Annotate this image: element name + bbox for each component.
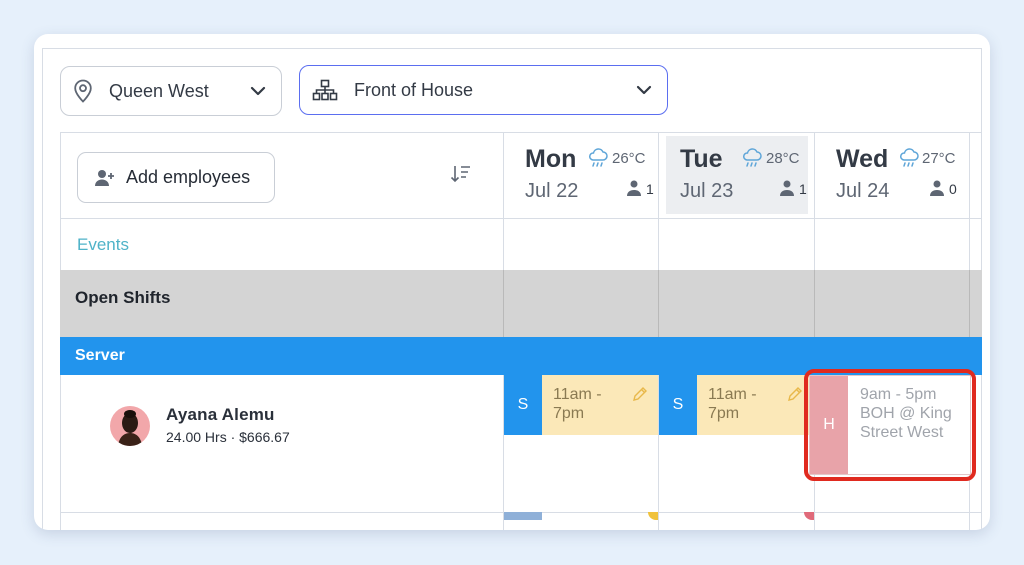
divider (42, 48, 43, 530)
day-name: Tue (680, 145, 723, 173)
add-person-icon (95, 169, 114, 186)
next-row-shift (804, 512, 814, 520)
temperature: 27°C (922, 150, 956, 167)
temperature: 28°C (766, 150, 800, 167)
divider (42, 48, 982, 49)
schedule-grid: Add employees Mon 26°C Jul 22 1 Tue 28°C… (60, 132, 982, 530)
person-icon (930, 180, 944, 196)
staff-count: 1 (646, 181, 654, 197)
add-employees-label: Add employees (126, 167, 251, 187)
divider (503, 270, 504, 337)
temperature: 26°C (612, 150, 646, 167)
shift-tag: S (659, 375, 697, 435)
next-row-shift (648, 512, 658, 520)
divider (969, 270, 970, 337)
shift-time: 11am - 7pm (708, 386, 757, 422)
day-date: Jul 24 (836, 180, 890, 202)
day-name: Wed (836, 145, 889, 173)
employee-hours-cost: 24.00 Hrs · $666.67 (166, 429, 290, 445)
day-date: Jul 23 (680, 180, 734, 202)
employee-name[interactable]: Ayana Alemu (166, 405, 275, 425)
person-icon (780, 180, 794, 196)
location-dropdown[interactable]: Queen West (60, 66, 282, 116)
sort-icon[interactable] (450, 164, 472, 184)
divider (658, 270, 659, 337)
day-header-mon[interactable]: Mon 26°C Jul 22 1 (503, 132, 658, 218)
next-row-shift (504, 512, 542, 520)
day-date: Jul 22 (525, 180, 579, 202)
schedule-card: Queen West Front of House Add employees … (34, 34, 990, 530)
chevron-down-icon (636, 85, 652, 95)
staff-count: 1 (799, 181, 807, 197)
shift-time: 11am - 7pm (553, 386, 602, 422)
avatar-portrait (118, 410, 142, 446)
staff-count: 0 (949, 181, 957, 197)
role-label: Server (75, 347, 125, 364)
person-icon (627, 180, 641, 196)
day-name: Mon (525, 145, 577, 173)
day-header-wed[interactable]: Wed 27°C Jul 24 0 (814, 132, 969, 218)
add-employees-button[interactable]: Add employees (77, 152, 275, 203)
rain-cloud-icon (743, 148, 762, 167)
chevron-down-icon (250, 86, 266, 96)
callout-highlight (804, 369, 976, 481)
events-label[interactable]: Events (77, 235, 129, 255)
pencil-icon[interactable] (787, 386, 803, 402)
rain-cloud-icon (589, 148, 608, 167)
location-label: Queen West (109, 80, 209, 101)
open-shifts-label: Open Shifts (75, 288, 171, 307)
open-shifts-row (60, 270, 982, 337)
org-chart-icon (312, 79, 338, 101)
department-dropdown[interactable]: Front of House (299, 65, 668, 115)
rain-cloud-icon (900, 148, 919, 167)
location-pin-icon (74, 79, 92, 103)
divider (814, 270, 815, 337)
divider (60, 218, 982, 219)
pencil-icon[interactable] (632, 386, 648, 402)
avatar[interactable] (110, 406, 150, 446)
shift-tag: S (504, 375, 542, 435)
day-header-tue[interactable]: Tue 28°C Jul 23 1 (658, 132, 814, 218)
department-label: Front of House (354, 79, 474, 100)
